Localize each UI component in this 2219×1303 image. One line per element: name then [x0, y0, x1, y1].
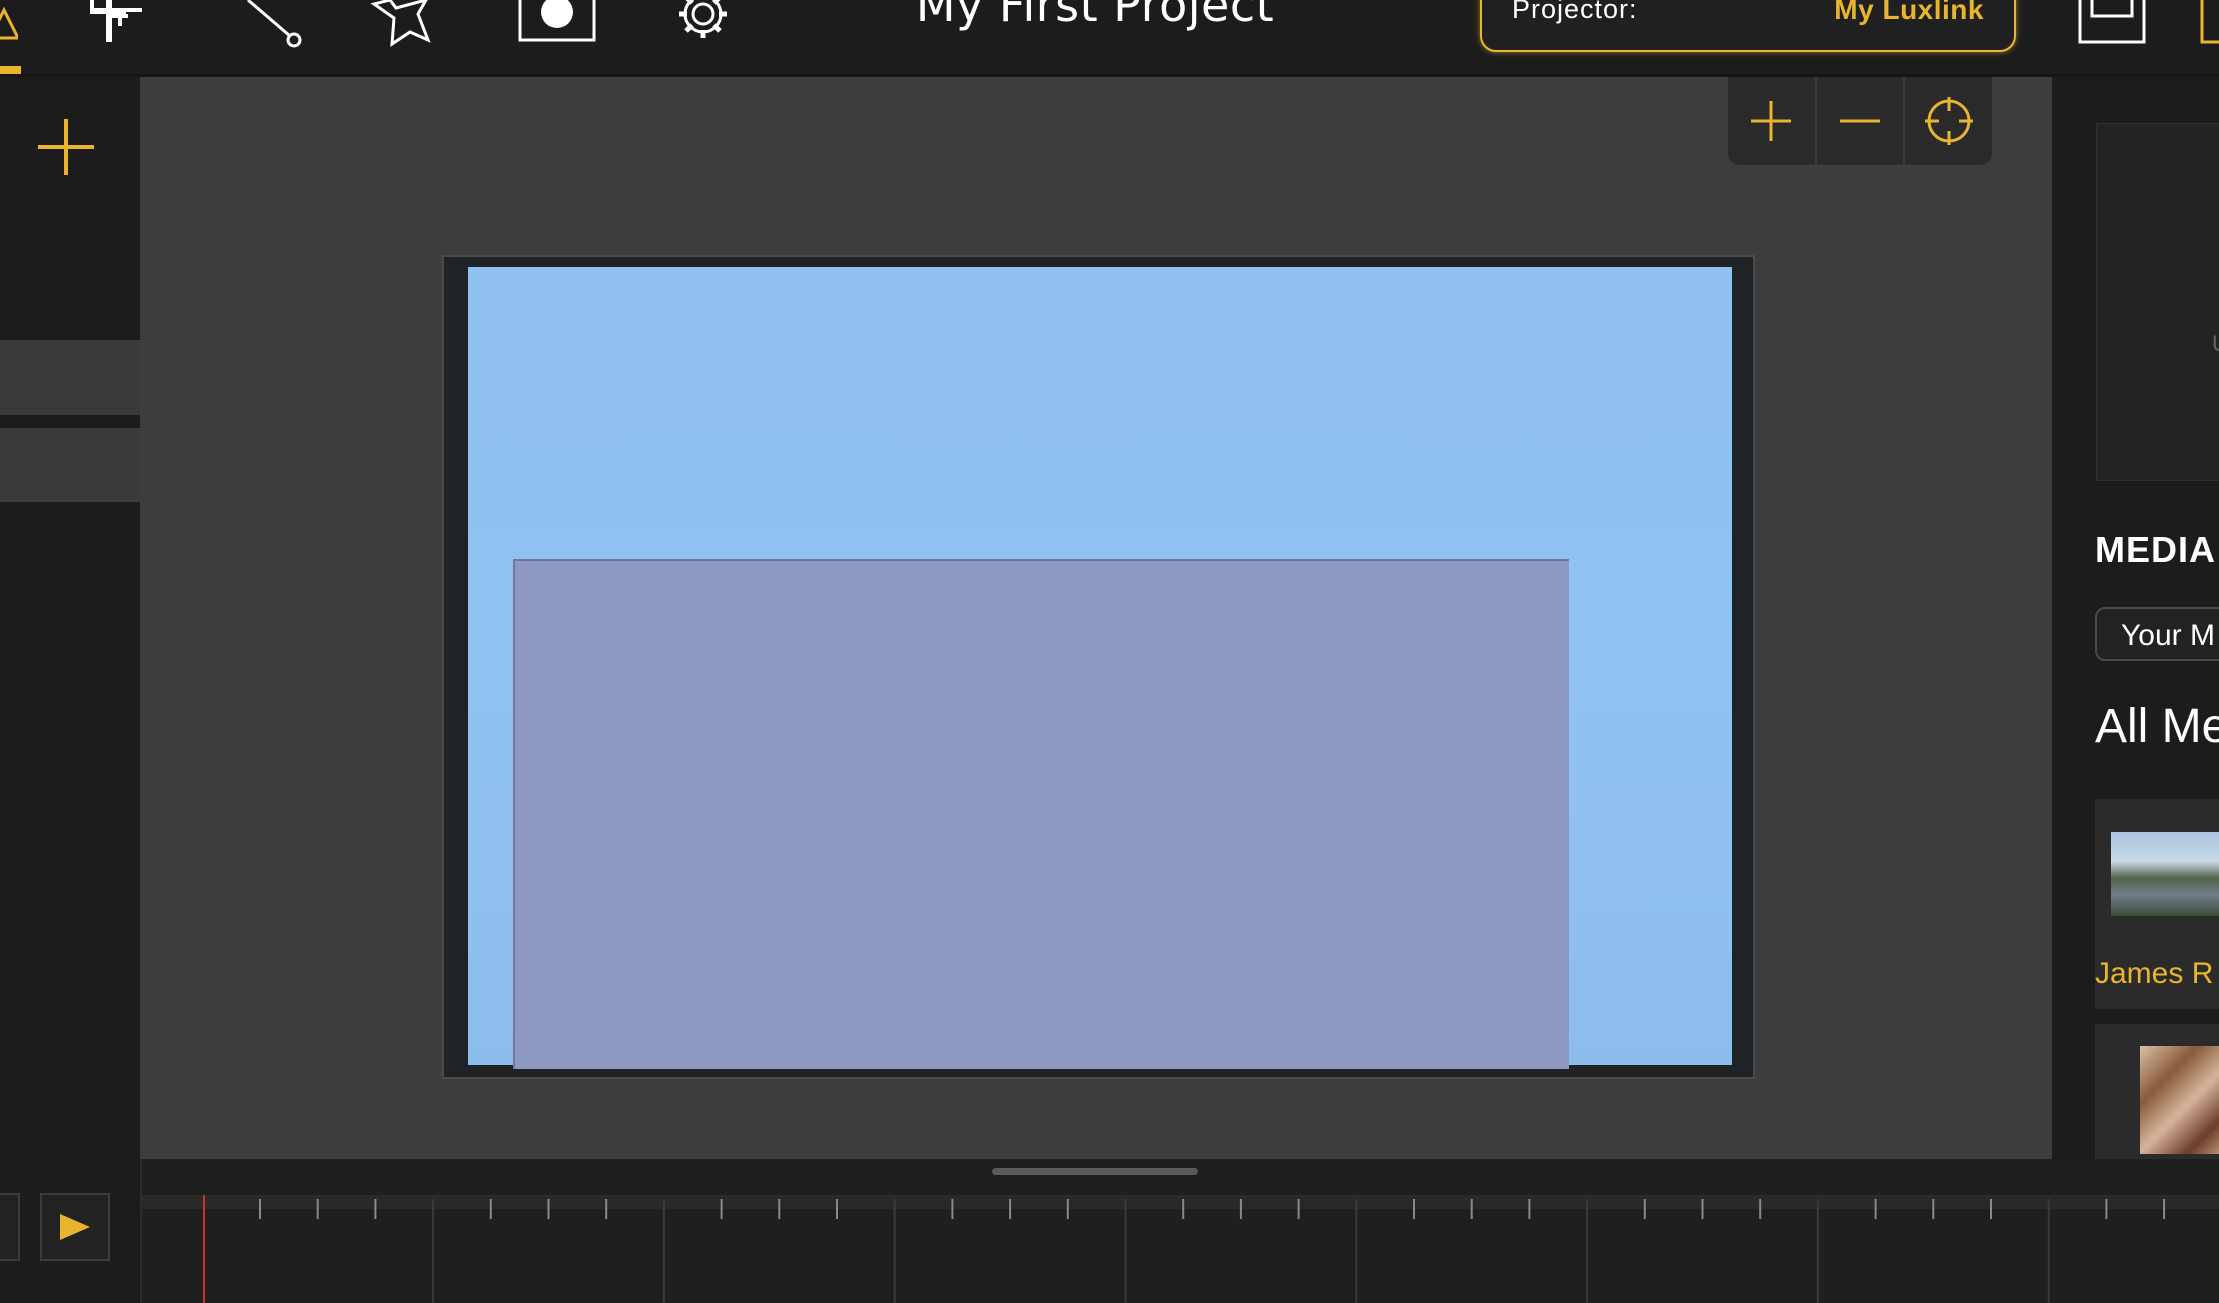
media-thumbnail	[2140, 1046, 2219, 1154]
previous-button[interactable]	[0, 1193, 20, 1261]
zoom-out-button[interactable]	[1817, 77, 1906, 165]
media-preview	[2096, 123, 2219, 481]
media-item[interactable]: James R	[2095, 799, 2219, 1009]
add-layer-button[interactable]	[36, 117, 96, 177]
star-icon[interactable]	[370, 0, 450, 60]
record-icon[interactable]	[518, 0, 598, 60]
projector-label: Projector:	[1512, 0, 1638, 24]
zoom-controls	[1728, 77, 1992, 165]
layers-panel	[0, 77, 140, 1159]
recenter-button[interactable]	[1905, 77, 1992, 165]
media-heading: MEDIA	[2095, 529, 2216, 570]
projection-canvas[interactable]	[442, 255, 1755, 1079]
plus-icon	[1751, 101, 1792, 141]
play-icon	[60, 1214, 90, 1240]
play-button[interactable]	[40, 1193, 110, 1261]
timeline[interactable]	[142, 1159, 2219, 1303]
crosshair-icon	[1924, 97, 1973, 145]
export-icon[interactable]	[2196, 0, 2219, 60]
save-icon[interactable]	[2078, 0, 2148, 60]
warning-icon[interactable]	[0, 0, 18, 60]
line-tool-icon[interactable]	[246, 0, 306, 60]
playback-controls	[0, 1159, 142, 1303]
layer-row[interactable]	[0, 340, 140, 415]
active-tab-indicator	[0, 66, 21, 74]
preview-text: U	[2212, 331, 2219, 357]
zoom-in-button[interactable]	[1728, 77, 1817, 165]
timeline-resize-handle[interactable]	[992, 1168, 1198, 1175]
projector-name: My Luxlink	[1834, 0, 1984, 25]
projector-selector[interactable]: Projector: My Luxlink	[1480, 0, 2016, 52]
projection-overlay[interactable]	[513, 559, 1569, 1069]
project-title: My First Project	[915, 0, 1275, 32]
media-thumbnail	[2111, 832, 2219, 916]
gear-icon[interactable]	[668, 0, 738, 60]
plus-icon	[38, 119, 94, 175]
top-toolbar: My First Project Projector: My Luxlink	[0, 0, 2219, 77]
media-panel: U MEDIA Your M All Me James R	[2052, 77, 2219, 1236]
timeline-ticks	[203, 1195, 2166, 1303]
layer-row[interactable]	[0, 428, 140, 502]
minus-icon	[1840, 119, 1880, 123]
media-item-label: James R	[2095, 957, 2214, 990]
all-media-heading: All Me	[2095, 700, 2219, 753]
your-media-button[interactable]: Your M	[2095, 607, 2219, 661]
add-text-icon[interactable]	[86, 0, 146, 60]
